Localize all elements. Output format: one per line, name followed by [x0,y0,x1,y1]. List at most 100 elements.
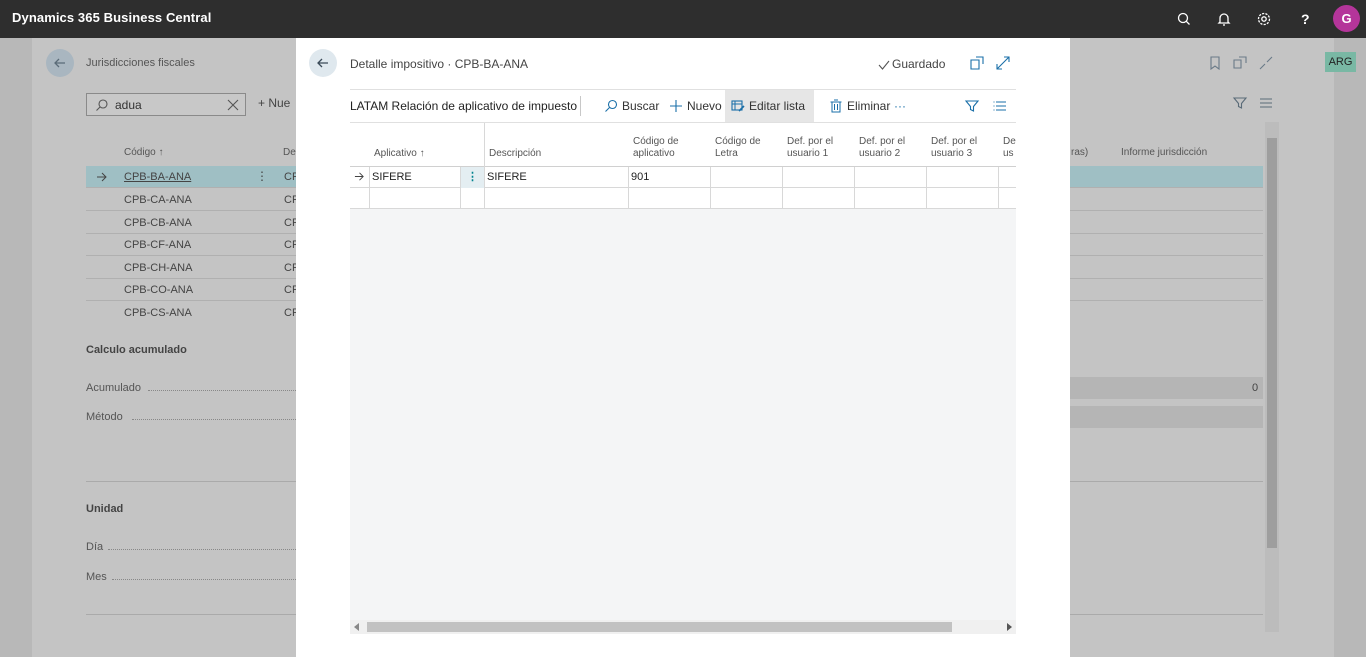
edit-list-button[interactable]: Editar lista [725,90,814,122]
column-header-codigo-letra[interactable]: Código de Letra [715,136,761,160]
field-dots [148,390,296,391]
plus-icon [670,100,682,112]
bell-icon[interactable] [1214,9,1234,29]
detail-dialog: Detalle impositivo · CPB-BA-ANA Guardado… [296,38,1070,657]
row-menu-icon[interactable]: ⋮ [461,167,485,188]
cell-def-usuario-1[interactable] [783,167,855,188]
search-icon [605,99,618,112]
cell-aplicativo[interactable] [370,188,461,209]
background-new-button: + Nue [258,96,291,110]
scroll-right-icon[interactable] [1007,623,1012,631]
company-badge: ARG [1325,52,1356,72]
background-field-mes: Mes [86,571,107,583]
action-divider [580,96,581,116]
table-row-empty[interactable] [350,188,1016,209]
arrow-left-icon [317,58,328,68]
more-options-button[interactable]: ··· [888,90,912,122]
new-button-label: Nuevo [687,99,722,113]
cell-def-usuario-3[interactable] [927,188,999,209]
search-button[interactable]: Buscar [598,90,665,122]
top-navigation-bar: Dynamics 365 Business Central ? G [0,0,1366,38]
column-header-def-usuario-4[interactable]: De us [1003,136,1016,160]
expand-icon[interactable] [995,55,1011,71]
cell-codigo-aplicativo[interactable]: 901 [629,167,711,188]
column-divider [484,123,485,167]
open-new-window-icon [1233,56,1247,69]
gear-icon[interactable] [1254,9,1274,29]
row-indicator [350,188,370,209]
filter-icon[interactable] [964,98,980,114]
background-row-code: CPB-CS-ANA [124,307,192,319]
background-section-calc: Calculo acumulado [86,344,187,356]
cell-codigo-aplicativo[interactable] [629,188,711,209]
background-acumulado-value: 0 [1252,382,1259,394]
field-dots [108,549,296,550]
new-button[interactable]: Nuevo [663,90,728,122]
cell-def-usuario-1[interactable] [783,188,855,209]
grid-header: Aplicativo ↑ Descripción Código de aplica… [350,123,1016,167]
search-icon [96,99,108,111]
bookmark-icon [1210,56,1220,70]
list-caption: LATAM Relación de aplicativo de impuesto [350,99,578,113]
cell-def-usuario-2[interactable] [855,167,927,188]
background-section-unidad: Unidad [86,503,124,515]
data-grid: Aplicativo ↑ Descripción Código de aplica… [350,122,1016,620]
avatar[interactable]: G [1333,5,1360,32]
cell-menu [461,188,485,209]
row-menu-icon: ⋮ [256,169,268,183]
help-icon[interactable]: ? [1295,9,1315,29]
action-bar: LATAM Relación de aplicativo de impuesto… [350,89,1016,122]
background-search-input: adua [86,93,246,116]
column-header-def-usuario-1[interactable]: Def. por el usuario 1 [787,136,833,160]
app-title[interactable]: Dynamics 365 Business Central [12,10,211,25]
background-field-band [1070,406,1263,428]
trash-icon [830,99,842,113]
search-button-label: Buscar [622,99,660,113]
background-field-dia: Día [86,541,104,553]
column-header-aplicativo[interactable]: Aplicativo ↑ [374,148,425,160]
checkmark-icon [878,60,890,70]
column-header-codigo-aplicativo[interactable]: Código de aplicativo [633,136,679,160]
cell-def-usuario-2[interactable] [855,188,927,209]
list-view-icon[interactable] [992,98,1008,114]
cell-codigo-letra[interactable] [711,188,783,209]
background-row-code: CPB-CF-ANA [124,239,192,251]
collapse-icon [1259,56,1273,70]
background-column-code: Código ↑ [124,147,164,158]
cell-aplicativo[interactable]: SIFERE [370,167,461,188]
background-scrollbar [1265,122,1279,632]
cell-descripcion[interactable] [485,188,629,209]
column-header-def-usuario-3[interactable]: Def. por el usuario 3 [931,136,977,160]
background-field-acumulado: Acumulado [86,382,142,394]
edit-list-button-label: Editar lista [749,99,806,113]
row-arrow-icon [354,172,364,181]
scroll-left-icon[interactable] [354,623,359,631]
arrow-left-icon [54,58,65,68]
horizontal-scrollbar[interactable] [350,620,1016,634]
column-header-descripcion[interactable]: Descripción [489,148,541,160]
background-page-title: Jurisdicciones fiscales [86,57,195,69]
row-indicator [350,167,370,188]
delete-button[interactable]: Eliminar [823,90,896,122]
cell-descripcion[interactable]: SIFERE [485,167,629,188]
list-icon [1260,98,1272,108]
dialog-title: Detalle impositivo · CPB-BA-ANA [350,57,529,71]
filter-icon [1232,97,1248,109]
open-new-window-icon[interactable] [969,55,985,71]
table-row[interactable]: SIFERE ⋮ SIFERE 901 [350,167,1016,188]
background-column-report: Informe jurisdicción [1121,147,1208,158]
field-dots [112,579,296,580]
search-icon[interactable] [1174,9,1194,29]
background-row-code: CPB-CH-ANA [124,262,193,274]
scrollbar-thumb[interactable] [367,622,952,632]
cell-def-usuario-3[interactable] [927,167,999,188]
background-field-band [1070,377,1263,399]
background-row-code: CPB-CA-ANA [124,194,192,206]
delete-button-label: Eliminar [847,99,891,113]
back-button[interactable] [309,49,337,77]
cell-codigo-letra[interactable] [711,167,783,188]
background-column-description: De [283,147,296,158]
column-header-def-usuario-2[interactable]: Def. por el usuario 2 [859,136,905,160]
background-row-code: CPB-CO-ANA [124,284,194,296]
row-arrow-icon [97,172,107,182]
